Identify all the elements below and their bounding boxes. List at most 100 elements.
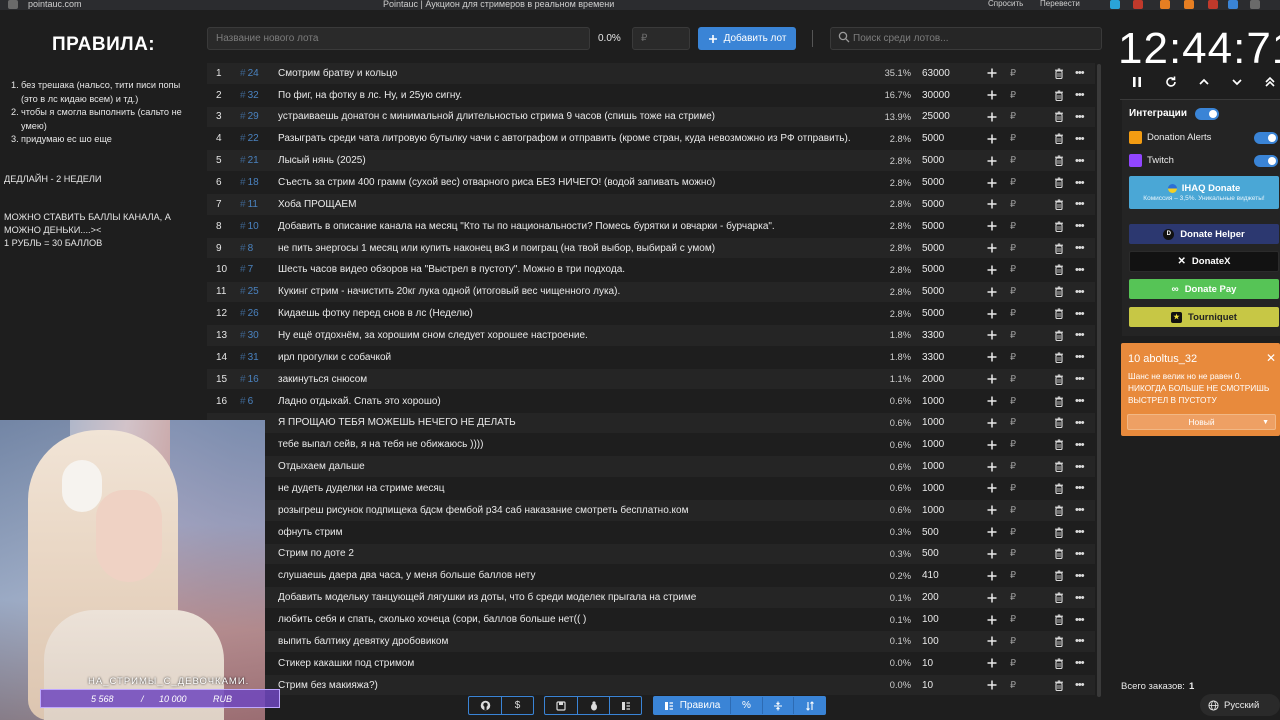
language-select[interactable]: Русский xyxy=(1200,694,1280,716)
plus-icon[interactable] xyxy=(987,658,997,668)
trash-icon[interactable] xyxy=(1054,68,1064,79)
lot-id[interactable]: #29 xyxy=(240,111,259,122)
rules-toggle-button[interactable]: Правила xyxy=(654,697,730,714)
donatex-button[interactable]: ✕ DonateX xyxy=(1129,251,1279,272)
lot-name[interactable]: Кидаешь фотку перед снов в лс (Неделю) xyxy=(278,308,878,319)
lot-amount[interactable]: 1000 xyxy=(922,483,944,494)
more-options-icon[interactable]: ••• xyxy=(1075,657,1085,669)
more-options-icon[interactable]: ••• xyxy=(1075,439,1085,451)
reset-icon[interactable] xyxy=(1164,75,1178,89)
trash-icon[interactable] xyxy=(1054,352,1064,363)
lot-amount[interactable]: 1000 xyxy=(922,396,944,407)
more-options-icon[interactable]: ••• xyxy=(1075,220,1085,232)
more-options-icon[interactable]: ••• xyxy=(1075,242,1085,254)
trash-icon[interactable] xyxy=(1054,374,1064,385)
more-options-icon[interactable]: ••• xyxy=(1075,548,1085,560)
lot-amount[interactable]: 5000 xyxy=(922,133,944,144)
trash-icon[interactable] xyxy=(1054,155,1064,167)
lot-amount[interactable]: 25000 xyxy=(922,111,950,122)
trash-icon[interactable] xyxy=(1054,636,1064,647)
lot-amount[interactable]: 5000 xyxy=(922,199,944,210)
lot-amount[interactable]: 1000 xyxy=(922,439,944,450)
lot-name[interactable]: Съесть за стрим 400 грамм (сухой вес) от… xyxy=(278,177,878,188)
lot-id[interactable]: #21 xyxy=(240,155,259,166)
more-options-icon[interactable]: ••• xyxy=(1075,329,1085,341)
plus-icon[interactable] xyxy=(987,593,997,603)
lot-name[interactable]: Кукинг стрим - начистить 20кг лука одной… xyxy=(278,286,878,297)
lot-id[interactable]: #6 xyxy=(240,396,253,407)
plus-icon[interactable] xyxy=(987,134,997,144)
lot-amount[interactable]: 5000 xyxy=(922,155,944,166)
more-options-icon[interactable]: ••• xyxy=(1075,155,1085,167)
more-options-icon[interactable]: ••• xyxy=(1075,67,1085,79)
lot-name[interactable]: не пить энергосы 1 месяц или купить нако… xyxy=(278,243,878,254)
new-lot-amount-input[interactable]: ₽ xyxy=(632,27,690,50)
extension-icon[interactable] xyxy=(1184,0,1194,9)
trash-icon[interactable] xyxy=(1054,330,1064,341)
more-options-icon[interactable]: ••• xyxy=(1075,504,1085,516)
lot-name[interactable]: Шесть часов видео обзоров на "Выстрел в … xyxy=(278,264,878,275)
trash-icon[interactable] xyxy=(1054,658,1064,669)
lot-name[interactable]: выпить балтику девятку дробовиком xyxy=(278,636,878,647)
lot-id[interactable]: #31 xyxy=(240,352,259,363)
extension-icon[interactable] xyxy=(1110,0,1120,9)
lot-amount[interactable]: 500 xyxy=(922,548,939,559)
lot-id[interactable]: #22 xyxy=(240,133,259,144)
trash-icon[interactable] xyxy=(1054,133,1064,145)
lot-name[interactable]: По фиг, на фотку в лс. Ну, и 25ую сигну. xyxy=(278,90,878,101)
lot-name[interactable]: ирл прогулки с собачкой xyxy=(278,352,878,363)
plus-icon[interactable] xyxy=(987,330,997,340)
lot-amount[interactable]: 10 xyxy=(922,658,933,669)
trash-icon[interactable] xyxy=(1054,614,1064,625)
lot-id[interactable]: #18 xyxy=(240,177,259,188)
ask-button[interactable]: Спросить xyxy=(988,0,1023,8)
lot-amount[interactable]: 3300 xyxy=(922,330,944,341)
plus-icon[interactable] xyxy=(987,374,997,384)
profile-icon[interactable] xyxy=(1250,0,1260,9)
lot-name[interactable]: Стрим без макияжа?) xyxy=(278,680,878,691)
trash-icon[interactable] xyxy=(1054,242,1064,254)
lot-amount[interactable]: 200 xyxy=(922,592,939,603)
close-icon[interactable]: ✕ xyxy=(1266,351,1276,365)
lot-amount[interactable]: 63000 xyxy=(922,68,950,79)
chevron-up-icon[interactable] xyxy=(1198,75,1210,89)
trash-icon[interactable] xyxy=(1054,111,1064,123)
lot-name[interactable]: Стикер какашки под стримом xyxy=(278,658,878,669)
sort-button[interactable] xyxy=(793,697,825,714)
lot-name[interactable]: устраиваешь донатон с минимальной длител… xyxy=(278,111,878,122)
plus-icon[interactable] xyxy=(987,309,997,319)
plus-icon[interactable] xyxy=(987,396,997,406)
lot-id[interactable]: #11 xyxy=(240,199,258,210)
lot-name[interactable]: Ладно отдыхай. Спать это хорошо) xyxy=(278,396,878,407)
lot-search-input[interactable]: Поиск среди лотов... xyxy=(830,27,1102,50)
trash-icon[interactable] xyxy=(1054,177,1064,188)
lot-name[interactable]: Хоба ПРОЩАЕМ xyxy=(278,199,878,210)
lot-amount[interactable]: 5000 xyxy=(922,243,944,254)
lot-select[interactable]: Новый ▼ xyxy=(1127,414,1276,430)
more-options-icon[interactable]: ••• xyxy=(1075,482,1085,494)
more-options-icon[interactable]: ••• xyxy=(1075,89,1085,101)
trash-icon[interactable] xyxy=(1054,527,1064,538)
lot-id[interactable]: #16 xyxy=(240,374,259,385)
plus-icon[interactable] xyxy=(987,505,997,515)
lot-amount[interactable]: 5000 xyxy=(922,264,944,275)
address-bar[interactable]: pointauc.com xyxy=(28,0,82,9)
plus-icon[interactable] xyxy=(987,680,997,690)
plus-icon[interactable] xyxy=(987,243,997,253)
more-options-icon[interactable]: ••• xyxy=(1075,177,1085,189)
lot-amount[interactable]: 5000 xyxy=(922,286,944,297)
donate-button[interactable]: $ xyxy=(501,697,533,714)
pause-icon[interactable] xyxy=(1131,75,1143,89)
integrations-toggle[interactable] xyxy=(1195,108,1219,120)
more-options-icon[interactable]: ••• xyxy=(1075,679,1085,691)
plus-icon[interactable] xyxy=(987,440,997,450)
lot-name[interactable]: Смотрим братву и кольцо xyxy=(278,68,878,79)
lot-name[interactable]: Разыграть среди чата литровую бутылку ча… xyxy=(278,133,878,144)
lot-amount[interactable]: 100 xyxy=(922,636,939,647)
double-chevron-up-icon[interactable] xyxy=(1264,75,1276,89)
lot-name[interactable]: Отдыхаем дальше xyxy=(278,461,878,472)
plus-icon[interactable] xyxy=(987,178,997,188)
lot-id[interactable]: #25 xyxy=(240,286,259,297)
lot-amount[interactable]: 500 xyxy=(922,527,939,538)
lot-amount[interactable]: 5000 xyxy=(922,221,944,232)
